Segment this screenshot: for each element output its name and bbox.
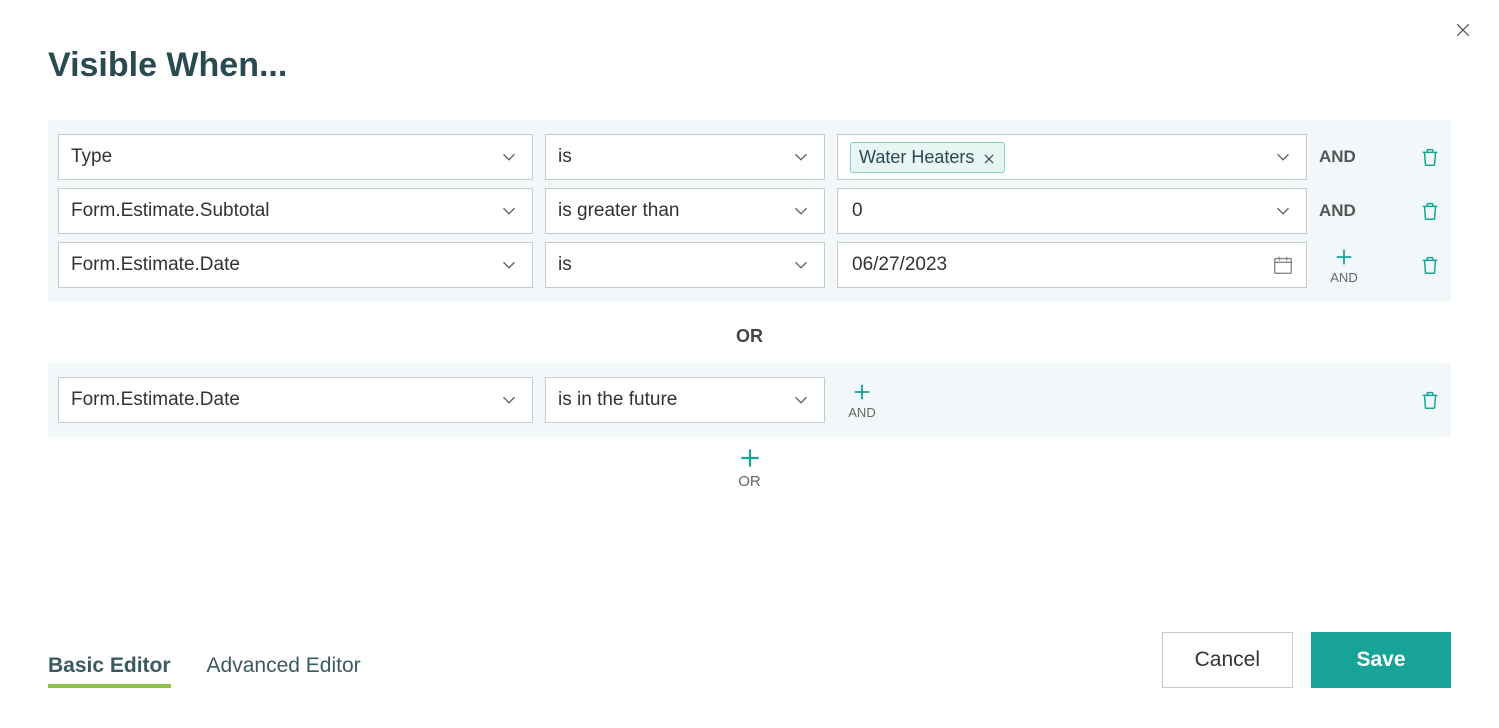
tab-advanced-editor[interactable]: Advanced Editor [207,654,361,688]
value-tag-label: Water Heaters [859,147,974,168]
condition-row: Form.Estimate.Date is AND [58,238,1441,292]
trash-icon[interactable] [1419,254,1441,276]
trash-icon[interactable] [1419,389,1441,411]
chevron-down-icon [790,146,812,168]
add-or-button[interactable]: OR [48,445,1451,490]
value-input-wrapper[interactable] [837,188,1307,234]
add-and-label: AND [848,405,875,420]
condition-group: Form.Estimate.Date is in the future AND [48,363,1451,437]
field-select[interactable]: Form.Estimate.Date [58,242,533,288]
operator-select[interactable]: is greater than [545,188,825,234]
chevron-down-icon [790,254,812,276]
dialog-actions: Cancel Save [1162,632,1451,688]
chevron-down-icon [498,389,520,411]
field-select-value: Type [71,146,112,168]
trash-icon[interactable] [1419,200,1441,222]
chevron-down-icon [498,146,520,168]
close-icon[interactable] [1453,20,1473,40]
operator-select[interactable]: is in the future [545,377,825,423]
add-or-label: OR [738,473,761,490]
condition-row: Type is Water Heaters AND [58,130,1441,184]
operator-select-value: is greater than [558,200,679,222]
add-and-label: AND [1330,270,1357,285]
value-input[interactable] [850,189,1272,233]
chevron-down-icon [790,389,812,411]
field-select-value: Form.Estimate.Date [71,389,240,411]
chevron-down-icon [1272,146,1294,168]
plus-icon [1333,246,1355,268]
add-and-button[interactable]: AND [837,381,887,420]
value-date-input[interactable] [837,242,1307,288]
condition-group: Type is Water Heaters AND Form.Estimate.… [48,120,1451,302]
remove-tag-icon[interactable] [982,150,996,164]
chevron-down-icon [790,200,812,222]
operator-select-value: is [558,146,572,168]
and-connector-label: AND [1319,201,1369,221]
field-select[interactable]: Form.Estimate.Subtotal [58,188,533,234]
field-select-value: Form.Estimate.Date [71,254,240,276]
plus-icon [737,445,763,471]
condition-row: Form.Estimate.Subtotal is greater than A… [58,184,1441,238]
cancel-button[interactable]: Cancel [1162,632,1293,688]
save-button[interactable]: Save [1311,632,1451,688]
and-connector-label: AND [1319,147,1369,167]
add-and-button[interactable]: AND [1319,246,1369,285]
condition-groups: Type is Water Heaters AND Form.Estimate.… [48,120,1451,490]
condition-row: Form.Estimate.Date is in the future AND [58,373,1441,427]
operator-select[interactable]: is [545,242,825,288]
or-separator: OR [48,310,1451,363]
field-select[interactable]: Form.Estimate.Date [58,377,533,423]
plus-icon [851,381,873,403]
chevron-down-icon [1272,200,1294,222]
dialog-title: Visible When... [48,46,287,85]
field-select-value: Form.Estimate.Subtotal [71,200,270,222]
operator-select-value: is in the future [558,389,677,411]
field-select[interactable]: Type [58,134,533,180]
editor-tabs: Basic Editor Advanced Editor [48,654,361,688]
operator-select[interactable]: is [545,134,825,180]
date-input-field[interactable] [850,243,1272,287]
chevron-down-icon [498,200,520,222]
chevron-down-icon [498,254,520,276]
value-tag-select[interactable]: Water Heaters [837,134,1307,180]
operator-select-value: is [558,254,572,276]
trash-icon[interactable] [1419,146,1441,168]
calendar-icon[interactable] [1272,254,1294,276]
value-tag: Water Heaters [850,142,1005,173]
tab-basic-editor[interactable]: Basic Editor [48,654,171,688]
dialog-footer: Basic Editor Advanced Editor Cancel Save [48,632,1451,688]
